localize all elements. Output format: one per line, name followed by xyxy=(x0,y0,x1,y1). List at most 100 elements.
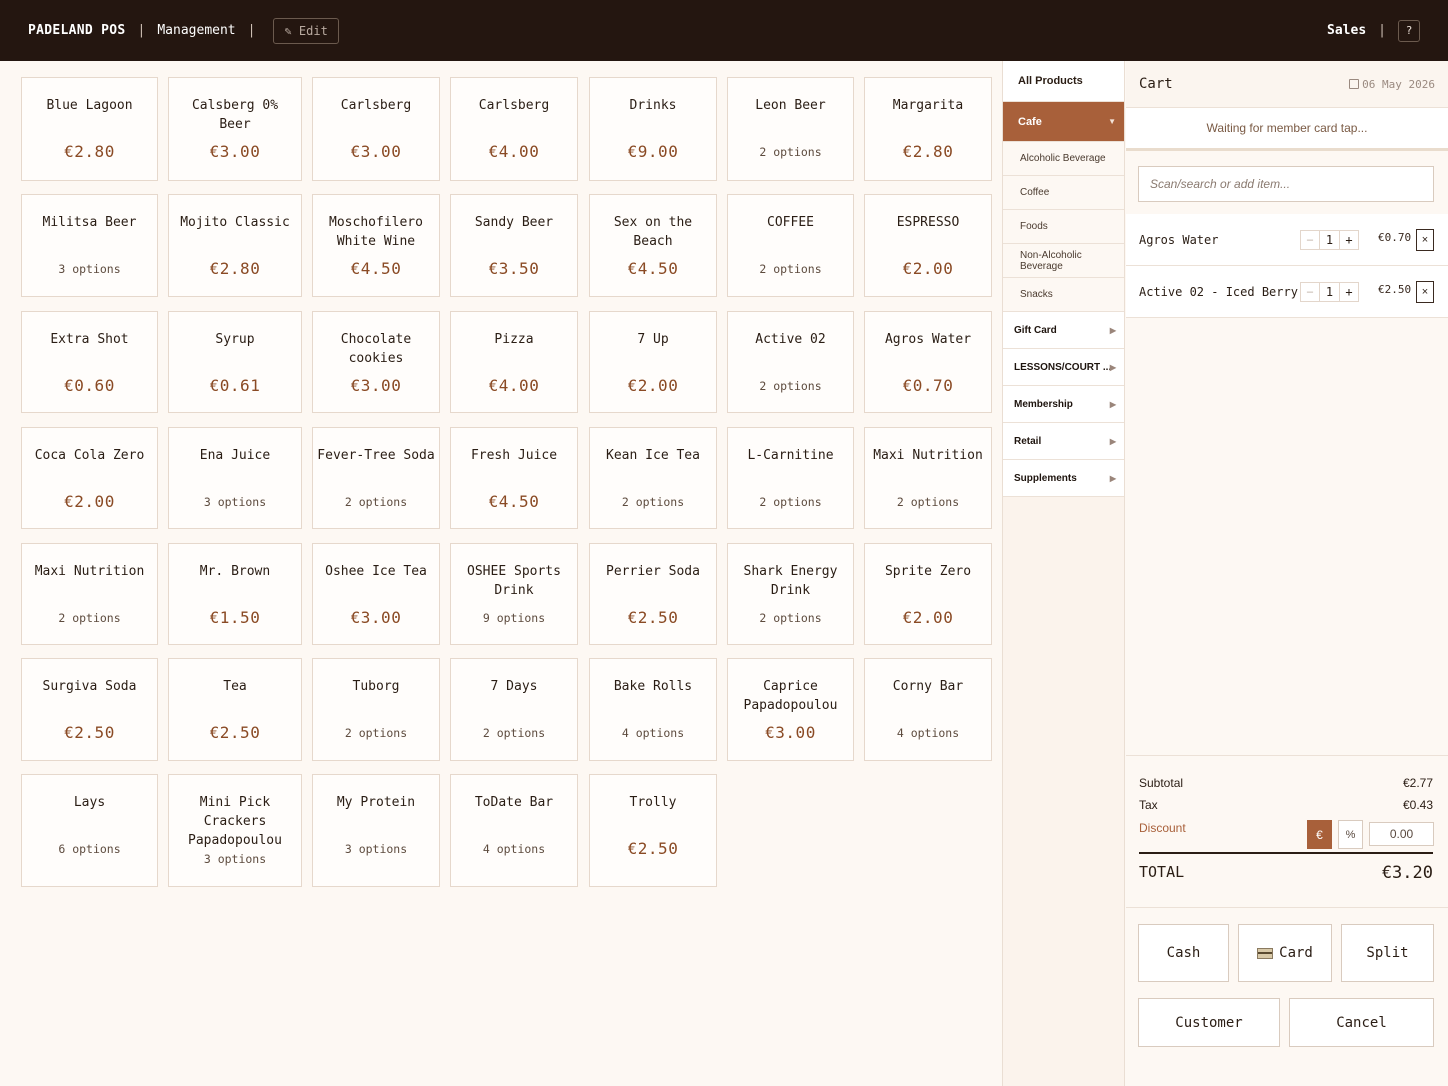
product-tile[interactable]: Moschofilero White Wine €4.50 xyxy=(312,194,440,297)
remove-item-button[interactable]: × xyxy=(1416,281,1434,303)
category-cafe[interactable]: Cafe ▼ xyxy=(1003,102,1124,142)
cash-button[interactable]: Cash xyxy=(1138,924,1229,982)
subcategory-item-label: Foods xyxy=(1020,221,1048,232)
search-input[interactable]: Scan/search or add item... xyxy=(1138,166,1434,202)
product-tile[interactable]: Maxi Nutrition 2 options xyxy=(864,427,992,529)
product-options: 3 options xyxy=(203,495,267,509)
product-tile[interactable]: Mojito Classic €2.80 xyxy=(168,194,302,297)
increase-button[interactable]: + xyxy=(1339,283,1358,301)
product-tile[interactable]: 7 Days 2 options xyxy=(450,658,578,761)
product-name: Shark Energy Drink xyxy=(743,564,838,598)
product-name: Ena Juice xyxy=(199,448,271,463)
product-name: Lays xyxy=(73,795,106,810)
product-tile[interactable]: Blue Lagoon €2.80 xyxy=(21,77,158,181)
product-tile[interactable]: Bake Rolls 4 options xyxy=(589,658,717,761)
product-tile[interactable]: Caprice Papadopoulou €3.00 xyxy=(727,658,854,761)
help-button[interactable]: ? xyxy=(1398,19,1420,42)
product-tile[interactable]: L-Carnitine 2 options xyxy=(727,427,854,529)
card-button[interactable]: Card xyxy=(1238,924,1332,982)
management-link[interactable]: Management xyxy=(157,23,235,38)
edit-button[interactable]: ✎ Edit xyxy=(273,17,339,44)
product-name: 7 Up xyxy=(637,332,669,347)
product-tile[interactable]: Sprite Zero €2.00 xyxy=(864,543,992,645)
product-tile[interactable]: Active 02 2 options xyxy=(727,311,854,413)
product-tile[interactable]: Lays 6 options xyxy=(21,774,158,887)
sales-link[interactable]: Sales xyxy=(1327,23,1366,38)
product-tile[interactable]: Fresh Juice €4.50 xyxy=(450,427,578,529)
product-tile[interactable]: My Protein 3 options xyxy=(312,774,440,887)
product-tile[interactable]: Chocolate cookies €3.00 xyxy=(312,311,440,413)
product-tile[interactable]: Syrup €0.61 xyxy=(168,311,302,413)
product-price: €2.50 xyxy=(627,839,679,858)
subtotal-value: €2.77 xyxy=(1402,776,1433,790)
product-tile[interactable]: Tuborg 2 options xyxy=(312,658,440,761)
product-tile[interactable]: Carlsberg €4.00 xyxy=(450,77,578,181)
product-tile[interactable]: Shark Energy Drink 2 options xyxy=(727,543,854,645)
product-price: €3.00 xyxy=(209,142,261,161)
product-price: €3.00 xyxy=(350,376,402,395)
cancel-button[interactable]: Cancel xyxy=(1289,998,1434,1047)
discount-input[interactable]: 0.00 xyxy=(1369,822,1434,846)
category-group-label: Retail xyxy=(1014,435,1042,447)
subcategory-item[interactable]: Coffee xyxy=(1003,176,1124,210)
product-tile[interactable]: Oshee Ice Tea €3.00 xyxy=(312,543,440,645)
product-tile[interactable]: Extra Shot €0.60 xyxy=(21,311,158,413)
increase-button[interactable]: + xyxy=(1339,231,1358,249)
product-tile[interactable]: Coca Cola Zero €2.00 xyxy=(21,427,158,529)
product-tile[interactable]: Carlsberg €3.00 xyxy=(312,77,440,181)
product-options: 2 options xyxy=(58,611,121,625)
tax-label: Tax xyxy=(1139,798,1158,812)
product-tile[interactable]: Kean Ice Tea 2 options xyxy=(589,427,717,529)
product-tile[interactable]: Sex on the Beach €4.50 xyxy=(589,194,717,297)
product-tile[interactable]: Ena Juice 3 options xyxy=(168,427,302,529)
discount-euro-toggle[interactable]: € xyxy=(1307,820,1332,849)
product-tile[interactable]: Perrier Soda €2.50 xyxy=(589,543,717,645)
product-tile[interactable]: Drinks €9.00 xyxy=(589,77,717,181)
product-tile[interactable]: 7 Up €2.00 xyxy=(589,311,717,413)
product-name: Surgiva Soda xyxy=(42,679,137,694)
product-tile[interactable]: Margarita €2.80 xyxy=(864,77,992,181)
product-tile[interactable]: Tea €2.50 xyxy=(168,658,302,761)
product-tile[interactable]: Mr. Brown €1.50 xyxy=(168,543,302,645)
subcategory-item[interactable]: Snacks xyxy=(1003,278,1124,312)
subcategory-item[interactable]: Foods xyxy=(1003,210,1124,244)
product-tile[interactable]: Fever-Tree Soda 2 options xyxy=(312,427,440,529)
decrease-button[interactable]: − xyxy=(1301,283,1320,301)
total-value: €3.20 xyxy=(1381,863,1433,883)
subcategory-item[interactable]: Non-Alcoholic Beverage xyxy=(1003,244,1124,278)
category-group[interactable]: Supplements ▶ xyxy=(1003,460,1124,497)
category-group[interactable]: LESSONS/COURT ... ▶ xyxy=(1003,349,1124,386)
decrease-button[interactable]: − xyxy=(1301,231,1320,249)
cash-button-label: Cash xyxy=(1166,945,1201,961)
product-tile[interactable]: Sandy Beer €3.50 xyxy=(450,194,578,297)
product-tile[interactable]: COFFEE 2 options xyxy=(727,194,854,297)
product-options: 3 options xyxy=(203,852,267,866)
category-all-products[interactable]: All Products xyxy=(1003,61,1124,102)
product-tile[interactable]: Maxi Nutrition 2 options xyxy=(21,543,158,645)
subcategory-item[interactable]: Alcoholic Beverage xyxy=(1003,142,1124,176)
remove-item-button[interactable]: × xyxy=(1416,229,1434,251)
product-tile[interactable]: Mini Pick Crackers Papadopoulou 3 options xyxy=(168,774,302,887)
subcategory-item-label: Alcoholic Beverage xyxy=(1020,153,1106,164)
product-tile[interactable]: Calsberg 0% Beer €3.00 xyxy=(168,77,302,181)
category-group[interactable]: Membership ▶ xyxy=(1003,386,1124,423)
cart-line-price: €0.70 xyxy=(1378,231,1412,244)
split-button[interactable]: Split xyxy=(1341,924,1434,982)
customer-button[interactable]: Customer xyxy=(1138,998,1280,1047)
product-tile[interactable]: OSHEE Sports Drink 9 options xyxy=(450,543,578,645)
product-tile[interactable]: Leon Beer 2 options xyxy=(727,77,854,181)
discount-percent-toggle[interactable]: % xyxy=(1338,820,1363,849)
product-price: €2.00 xyxy=(64,492,115,511)
product-tile[interactable]: ToDate Bar 4 options xyxy=(450,774,578,887)
category-group[interactable]: Retail ▶ xyxy=(1003,423,1124,460)
separator: | xyxy=(137,23,146,38)
product-tile[interactable]: Pizza €4.00 xyxy=(450,311,578,413)
product-tile[interactable]: Agros Water €0.70 xyxy=(864,311,992,413)
product-tile[interactable]: ESPRESSO €2.00 xyxy=(864,194,992,297)
edit-button-label: ✎ Edit xyxy=(284,23,328,38)
product-tile[interactable]: Surgiva Soda €2.50 xyxy=(21,658,158,761)
category-group[interactable]: Gift Card ▶ xyxy=(1003,312,1124,349)
product-tile[interactable]: Corny Bar 4 options xyxy=(864,658,992,761)
product-tile[interactable]: Trolly €2.50 xyxy=(589,774,717,887)
product-tile[interactable]: Militsa Beer 3 options xyxy=(21,194,158,297)
